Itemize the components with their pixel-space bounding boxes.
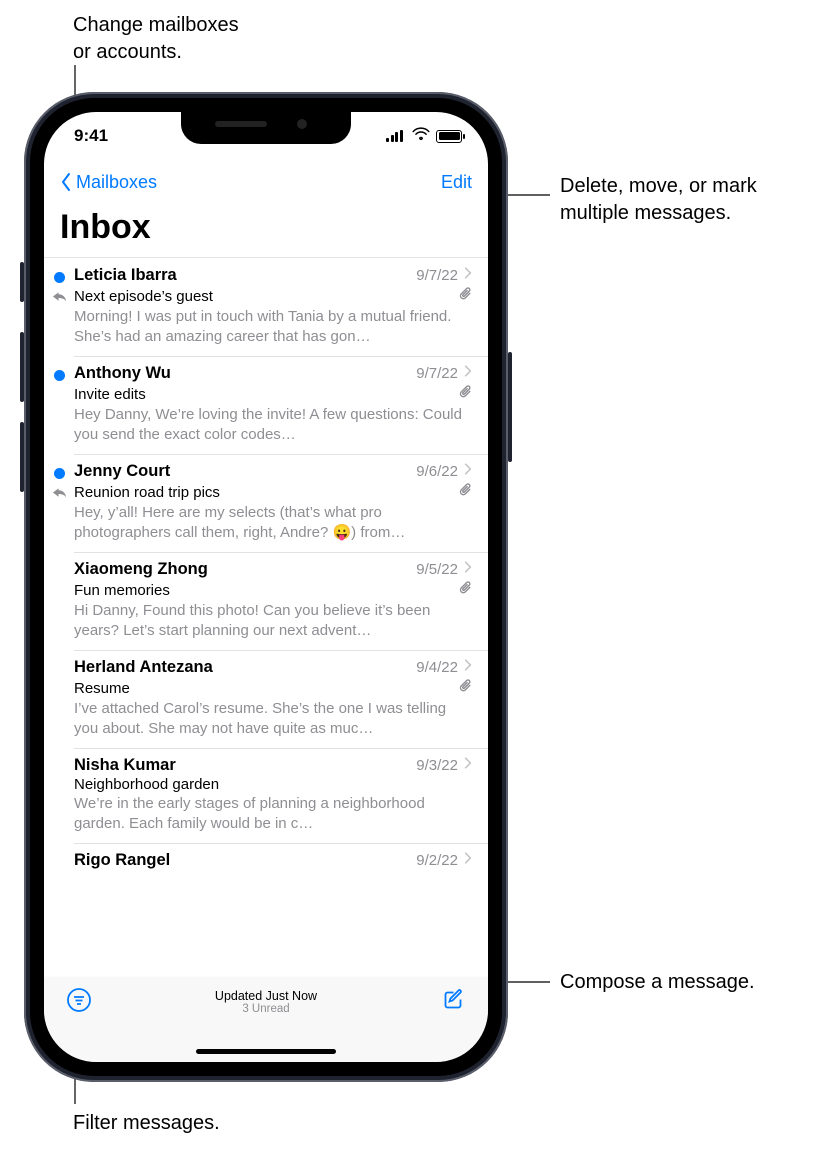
unread-count: 3 Unread xyxy=(215,1003,317,1015)
mail-item[interactable]: Jenny Court 9/6/22 Reunion road trip pics H… xyxy=(44,454,488,552)
compose-icon xyxy=(440,987,466,1013)
mail-preview: I’ve attached Carol’s resume. She’s the … xyxy=(74,699,472,738)
back-label: Mailboxes xyxy=(76,172,157,193)
chevron-left-icon xyxy=(60,172,72,192)
replied-icon xyxy=(52,290,67,308)
mail-preview: We’re in the early stages of planning a … xyxy=(74,794,472,833)
sender-name: Rigo Rangel xyxy=(74,851,170,870)
status-time: 9:41 xyxy=(74,126,108,146)
sender-name: Jenny Court xyxy=(74,462,170,481)
mail-item[interactable]: Herland Antezana 9/4/22 Resume I’ve attache… xyxy=(44,650,488,748)
wifi-icon xyxy=(412,126,430,146)
sender-name: Herland Antezana xyxy=(74,658,213,677)
mail-subject: Reunion road trip pics xyxy=(74,484,220,501)
replied-icon xyxy=(52,486,67,504)
mail-date: 9/5/22 xyxy=(416,561,458,578)
mail-subject: Next episode’s guest xyxy=(74,288,213,305)
sender-name: Xiaomeng Zhong xyxy=(74,560,208,579)
mail-preview: Hey, y’all! Here are my selects (that’s … xyxy=(74,503,472,542)
updated-label: Updated Just Now xyxy=(215,989,317,1003)
screen: 9:41 Mailboxes Edit Inbox Leticia Ibarra… xyxy=(44,112,488,1062)
mail-preview: Hey Danny, We’re loving the invite! A fe… xyxy=(74,405,472,444)
chevron-right-icon xyxy=(464,756,472,775)
mail-item[interactable]: Anthony Wu 9/7/22 Invite edits Hey Danny, W… xyxy=(44,356,488,454)
compose-button[interactable] xyxy=(440,987,466,1018)
sender-name: Anthony Wu xyxy=(74,364,171,383)
battery-icon xyxy=(436,130,462,143)
unread-dot-icon xyxy=(54,272,65,283)
paperclip-icon xyxy=(459,678,472,698)
sender-name: Nisha Kumar xyxy=(74,756,176,775)
status-icons xyxy=(386,126,462,146)
callout-mailboxes: Change mailboxes or accounts. xyxy=(73,12,239,66)
callout-edit: Delete, move, or mark multiple messages. xyxy=(560,173,757,227)
paperclip-icon xyxy=(459,286,472,306)
cellular-icon xyxy=(386,130,406,142)
chevron-right-icon xyxy=(464,560,472,579)
mail-date: 9/3/22 xyxy=(416,757,458,774)
mail-date: 9/4/22 xyxy=(416,659,458,676)
mail-subject: Invite edits xyxy=(74,386,146,403)
chevron-right-icon xyxy=(464,266,472,285)
mail-date: 9/2/22 xyxy=(416,852,458,869)
mail-subject: Neighborhood garden xyxy=(74,776,219,793)
mail-date: 9/7/22 xyxy=(416,365,458,382)
mail-item[interactable]: Nisha Kumar 9/3/22 Neighborhood gardenWe’r… xyxy=(44,748,488,843)
paperclip-icon xyxy=(459,580,472,600)
toolbar-status: Updated Just Now 3 Unread xyxy=(215,989,317,1015)
sender-name: Leticia Ibarra xyxy=(74,266,177,285)
mail-item[interactable]: Rigo Rangel 9/2/22 xyxy=(44,843,488,880)
mail-item[interactable]: Leticia Ibarra 9/7/22 Next episode’s guest… xyxy=(44,258,488,356)
unread-dot-icon xyxy=(54,468,65,479)
chevron-right-icon xyxy=(464,851,472,870)
mail-preview: Morning! I was put in touch with Tania b… xyxy=(74,307,472,346)
chevron-right-icon xyxy=(464,462,472,481)
callout-compose: Compose a message. xyxy=(560,969,755,996)
mail-preview: Hi Danny, Found this photo! Can you beli… xyxy=(74,601,472,640)
mail-subject: Fun memories xyxy=(74,582,170,599)
edit-button[interactable]: Edit xyxy=(441,172,472,193)
mail-date: 9/7/22 xyxy=(416,267,458,284)
page-title: Inbox xyxy=(44,204,488,257)
chevron-right-icon xyxy=(464,364,472,383)
bottom-toolbar: Updated Just Now 3 Unread xyxy=(44,976,488,1062)
mail-item[interactable]: Xiaomeng Zhong 9/5/22 Fun memories Hi Danny… xyxy=(44,552,488,650)
callout-filter: Filter messages. xyxy=(73,1110,220,1137)
filter-icon xyxy=(66,987,92,1013)
back-mailboxes-button[interactable]: Mailboxes xyxy=(60,172,157,193)
paperclip-icon xyxy=(459,384,472,404)
nav-bar: Mailboxes Edit xyxy=(44,160,488,204)
filter-button[interactable] xyxy=(66,987,92,1018)
mail-subject: Resume xyxy=(74,680,130,697)
mail-list: Leticia Ibarra 9/7/22 Next episode’s guest… xyxy=(44,258,488,880)
mail-date: 9/6/22 xyxy=(416,463,458,480)
phone-frame: 9:41 Mailboxes Edit Inbox Leticia Ibarra… xyxy=(24,92,508,1082)
notch xyxy=(181,112,351,144)
unread-dot-icon xyxy=(54,370,65,381)
chevron-right-icon xyxy=(464,658,472,677)
paperclip-icon xyxy=(459,482,472,502)
